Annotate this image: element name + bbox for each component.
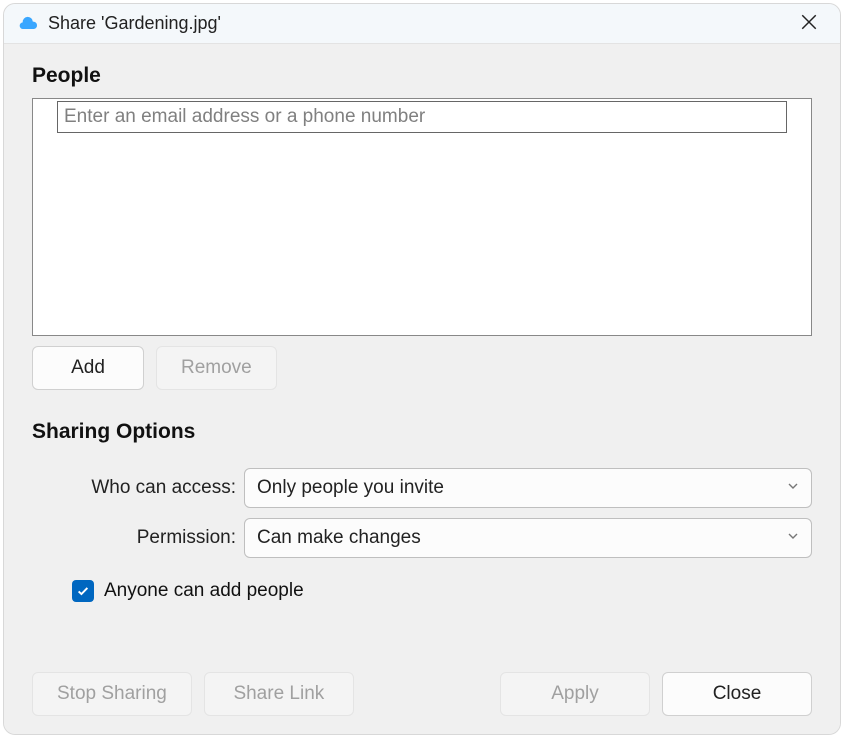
anyone-can-add-label: Anyone can add people: [104, 580, 304, 602]
icloud-icon: [18, 14, 38, 34]
anyone-can-add-checkbox[interactable]: [72, 580, 94, 602]
chevron-down-icon: [787, 529, 799, 547]
who-can-access-label: Who can access:: [32, 477, 244, 499]
who-can-access-value: Only people you invite: [257, 477, 444, 499]
apply-button[interactable]: Apply: [500, 672, 650, 716]
who-can-access-select[interactable]: Only people you invite: [244, 468, 812, 508]
anyone-can-add-row: Anyone can add people: [72, 580, 812, 602]
sharing-options-label: Sharing Options: [32, 420, 812, 444]
dialog-footer: Stop Sharing Share Link Apply Close: [32, 672, 812, 716]
share-link-button[interactable]: Share Link: [204, 672, 354, 716]
chevron-down-icon: [787, 479, 799, 497]
permission-select[interactable]: Can make changes: [244, 518, 812, 558]
share-dialog: Share 'Gardening.jpg' People Add Remove …: [3, 3, 841, 735]
permission-label: Permission:: [32, 527, 244, 549]
remove-button[interactable]: Remove: [156, 346, 277, 390]
dialog-title: Share 'Gardening.jpg': [48, 13, 792, 34]
add-button[interactable]: Add: [32, 346, 144, 390]
recipient-input[interactable]: [57, 101, 787, 133]
people-list-box: [32, 98, 812, 336]
titlebar: Share 'Gardening.jpg': [4, 4, 840, 44]
stop-sharing-button[interactable]: Stop Sharing: [32, 672, 192, 716]
close-icon[interactable]: [792, 9, 826, 39]
sharing-options-grid: Who can access: Only people you invite P…: [32, 468, 812, 558]
close-button[interactable]: Close: [662, 672, 812, 716]
dialog-content: People Add Remove Sharing Options Who ca…: [4, 44, 840, 734]
people-buttons: Add Remove: [32, 346, 812, 390]
people-section-label: People: [32, 64, 812, 88]
permission-value: Can make changes: [257, 527, 421, 549]
